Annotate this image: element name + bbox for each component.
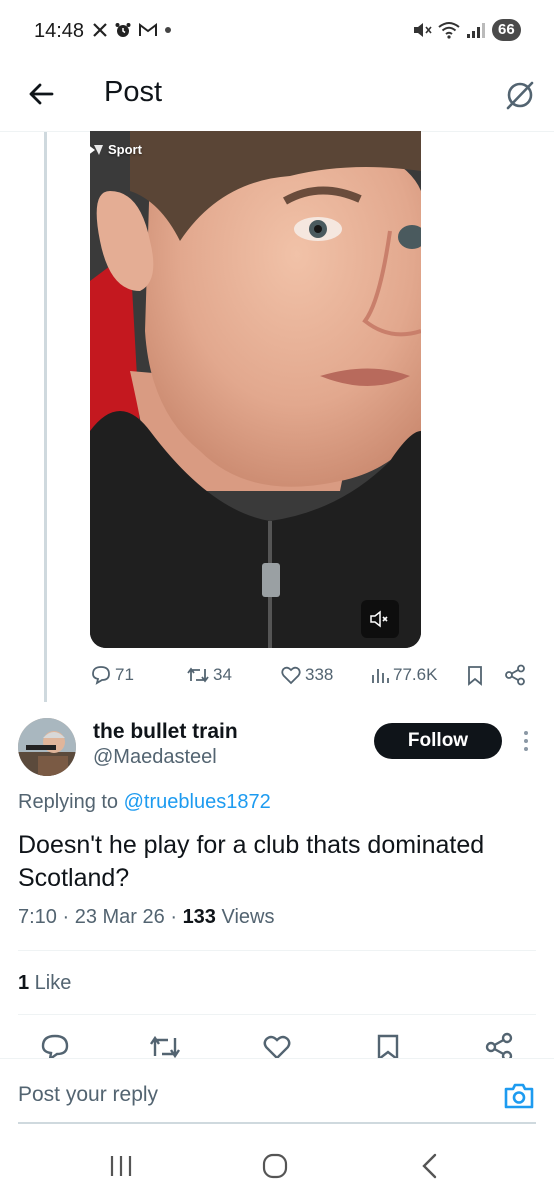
bookmark-icon xyxy=(464,664,486,686)
more-options-button[interactable] xyxy=(516,727,536,757)
replying-to-label: Replying to xyxy=(18,791,124,813)
reply-count: 71 xyxy=(115,665,134,684)
recents-button[interactable] xyxy=(108,1154,134,1178)
post-views-label: Views xyxy=(215,906,275,928)
divider xyxy=(18,1014,536,1015)
composer-underline xyxy=(18,1122,536,1124)
heart-icon xyxy=(280,664,302,686)
meta-separator: · xyxy=(56,906,75,928)
replying-to-line: Replying to @trueblues1872 xyxy=(18,791,271,814)
home-icon xyxy=(262,1153,288,1179)
signal-icon xyxy=(466,21,486,39)
system-back-button[interactable] xyxy=(418,1152,442,1180)
home-button[interactable] xyxy=(262,1153,288,1179)
video-player[interactable] xyxy=(90,131,421,648)
battery-indicator: 66 xyxy=(492,19,521,41)
status-bar: 14:48 66 xyxy=(0,0,554,64)
dot-icon xyxy=(164,26,172,34)
tv-logo-icon xyxy=(86,143,104,157)
replying-to-mention[interactable]: @trueblues1872 xyxy=(124,791,271,813)
x-logo-icon xyxy=(92,22,108,38)
grok-button[interactable] xyxy=(500,75,540,115)
video-badge-label: Sport xyxy=(108,142,142,157)
share-button[interactable] xyxy=(504,664,526,686)
likes-count: 1 xyxy=(18,972,30,994)
post-text: Doesn't he play for a club thats dominat… xyxy=(18,831,485,892)
analytics-icon xyxy=(370,664,390,686)
system-navigation-bar xyxy=(0,1136,554,1200)
camera-icon xyxy=(502,1079,536,1113)
share-icon[interactable] xyxy=(484,1032,514,1058)
heart-icon[interactable] xyxy=(262,1032,292,1058)
post-date: 23 Mar 26 xyxy=(74,906,165,928)
more-vertical-icon xyxy=(516,727,536,757)
post-meta: 7:10 · 23 Mar 26 · 133 Views xyxy=(18,906,274,929)
chevron-left-icon xyxy=(422,1153,437,1179)
reply-icon[interactable] xyxy=(40,1032,70,1058)
gmail-icon xyxy=(138,22,158,38)
reply-input[interactable] xyxy=(18,1083,478,1107)
reply-action[interactable]: 71 xyxy=(90,664,134,686)
composer-divider xyxy=(0,1058,554,1059)
mute-icon xyxy=(412,21,432,39)
reply-icon xyxy=(90,664,112,686)
volume-muted-icon xyxy=(369,610,391,628)
post-time: 7:10 xyxy=(18,906,57,928)
mute-toggle-button[interactable] xyxy=(361,600,399,638)
wifi-icon xyxy=(438,21,460,39)
likes-summary[interactable]: 1 Like xyxy=(18,972,71,995)
video-frame xyxy=(90,131,421,648)
post-views-count: 133 xyxy=(182,906,216,928)
page-title: Post xyxy=(104,76,163,108)
repost-icon[interactable] xyxy=(148,1032,182,1058)
repost-icon xyxy=(186,664,210,686)
video-channel-badge: Sport xyxy=(86,142,142,157)
author-display-name[interactable]: the bullet train xyxy=(93,720,238,744)
camera-button[interactable] xyxy=(502,1079,536,1113)
thread-connector-line xyxy=(44,132,47,702)
bookmark-button[interactable] xyxy=(464,664,486,686)
share-icon xyxy=(504,664,526,686)
repost-count: 34 xyxy=(213,665,232,684)
back-button[interactable] xyxy=(22,74,62,114)
likes-label: Like xyxy=(29,972,72,994)
grok-icon xyxy=(500,75,540,115)
like-count: 338 xyxy=(305,665,334,684)
views-action[interactable]: 77.6K xyxy=(370,664,437,686)
recents-icon xyxy=(110,1156,132,1176)
status-time: 14:48 xyxy=(34,20,85,42)
divider xyxy=(18,950,536,951)
arrow-left-icon xyxy=(22,74,62,114)
author-handle[interactable]: @Maedasteel xyxy=(93,746,217,769)
alarm-icon xyxy=(114,21,132,39)
follow-button[interactable]: Follow xyxy=(374,723,502,759)
repost-action[interactable]: 34 xyxy=(186,664,232,686)
bookmark-icon[interactable] xyxy=(374,1032,402,1058)
meta-separator: · xyxy=(164,906,183,928)
views-count: 77.6K xyxy=(393,665,438,684)
status-system-icons: 66 xyxy=(412,19,521,41)
post-action-bar xyxy=(0,1030,554,1058)
avatar[interactable] xyxy=(18,718,76,776)
like-action[interactable]: 338 xyxy=(280,664,333,686)
status-notification-icons xyxy=(92,21,172,39)
